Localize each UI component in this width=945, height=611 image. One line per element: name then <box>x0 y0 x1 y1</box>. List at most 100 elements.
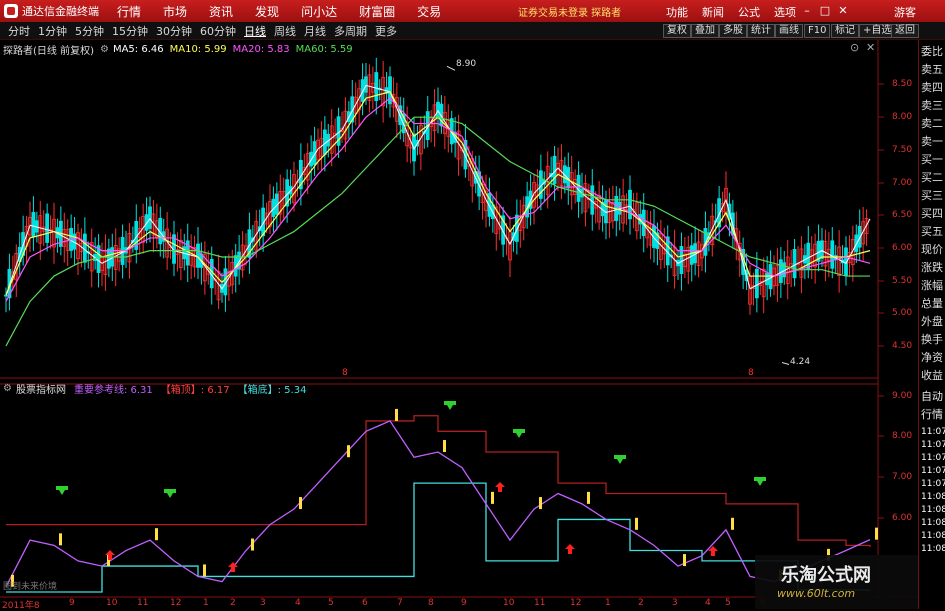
low-price-label: 4.24 <box>790 357 811 367</box>
sidebar-item[interactable]: 11:08 <box>921 491 945 504</box>
time-tick: 10 <box>106 598 118 608</box>
sidebar-item[interactable]: 行情 <box>921 408 943 421</box>
candle-body <box>4 294 8 297</box>
signal-bar <box>347 445 350 458</box>
sidebar-item[interactable]: 涨跌 <box>921 261 943 274</box>
time-tick: 12 <box>570 598 582 608</box>
signal-bar <box>539 497 542 510</box>
box-bottom-label: 【箱底】: 5.34 <box>237 384 307 396</box>
time-tick: 3 <box>672 598 678 608</box>
candle-body <box>374 72 379 102</box>
sidebar-item[interactable]: 卖四 <box>921 81 943 94</box>
candle-body <box>45 213 50 243</box>
time-tick: 7 <box>397 598 403 608</box>
buy-arrow-icon <box>495 482 505 492</box>
sidebar-item[interactable]: 买二 <box>921 171 943 184</box>
sidebar-item[interactable]: 买一 <box>921 153 943 166</box>
ref-line-label: 重要参考线: 6.31 <box>73 384 153 396</box>
sidebar-item[interactable]: 收益 <box>921 369 943 382</box>
main-panel-header: 探路者(日线 前复权) ⚙ MA5: 6.46 MA10: 5.99 MA20:… <box>0 42 878 57</box>
sidebar-item[interactable]: 净资 <box>921 351 943 364</box>
signal-bar <box>683 554 686 567</box>
sidebar-item[interactable]: 11:07 <box>921 426 945 439</box>
event-marker: 8 <box>342 368 348 378</box>
sell-arrow-icon <box>513 429 525 438</box>
chart-settings-icon[interactable]: ⊙ <box>850 41 859 54</box>
time-tick: 6 <box>362 598 368 608</box>
sidebar-item[interactable]: 换手 <box>921 333 943 346</box>
sidebar-item[interactable]: 买三 <box>921 189 943 202</box>
sidebar-item[interactable]: 买五 <box>921 225 943 238</box>
signal-bar <box>635 517 638 530</box>
y-tick: 7.00 <box>892 178 913 188</box>
sidebar-item[interactable]: 现价 <box>921 243 943 256</box>
quote-sidebar: 委比卖五卖四卖三卖二卖一买一买二买三买四买五现价涨跌涨幅总量外盘换手净资收益自动… <box>918 40 945 609</box>
sidebar-item[interactable]: 委比 <box>921 45 943 58</box>
sidebar-item[interactable]: 涨幅 <box>921 279 943 292</box>
buy-arrow-icon <box>565 544 575 554</box>
signal-bar <box>587 491 590 504</box>
sell-arrow-icon <box>614 455 626 464</box>
time-tick: 9 <box>461 598 467 608</box>
sell-arrow-icon <box>754 477 766 486</box>
y-tick: 5.50 <box>892 276 913 286</box>
y-tick: 7.50 <box>892 145 913 155</box>
candle-body <box>148 206 152 229</box>
candle-body <box>82 233 87 263</box>
indicator-title: 股票指标网 <box>15 384 66 396</box>
sidebar-item[interactable]: 卖一 <box>921 135 943 148</box>
sidebar-item[interactable]: 总量 <box>921 297 943 310</box>
sidebar-item[interactable]: 买四 <box>921 207 943 220</box>
signal-bar <box>731 517 734 530</box>
event-marker: 8 <box>748 368 754 378</box>
sell-arrow-icon <box>56 486 68 495</box>
sidebar-item[interactable]: 卖三 <box>921 99 943 112</box>
time-tick: 12 <box>170 598 182 608</box>
signal-bar <box>155 528 158 541</box>
candle-body <box>628 189 632 220</box>
ma5-label: MA5: 6.46 <box>112 43 164 55</box>
sell-arrow-icon <box>164 489 176 498</box>
signal-bar <box>491 491 494 504</box>
chart-close-icon[interactable]: ✕ <box>866 41 875 54</box>
signal-bar <box>395 408 398 421</box>
time-tick: 11 <box>137 598 149 608</box>
signal-bar <box>443 440 446 453</box>
ma20-label: MA20: 5.83 <box>232 43 290 55</box>
signal-bar <box>203 564 206 577</box>
sidebar-item[interactable]: 自动 <box>921 390 943 403</box>
candle-body <box>364 76 368 93</box>
sidebar-item[interactable]: 11:08 <box>921 517 945 530</box>
y-tick: 5.00 <box>892 308 913 318</box>
low-marker <box>781 361 790 365</box>
candle-body <box>778 259 783 283</box>
sidebar-item[interactable]: 卖五 <box>921 63 943 76</box>
sidebar-item[interactable]: 外盘 <box>921 315 943 328</box>
time-tick: 2 <box>230 598 236 608</box>
time-tick: 11 <box>534 598 546 608</box>
sidebar-item[interactable]: 11:07 <box>921 452 945 465</box>
indicator-gear-icon[interactable]: ⚙ <box>3 383 12 394</box>
y-tick: 8.00 <box>892 112 913 122</box>
candle-body <box>820 240 824 259</box>
watermark-url: www.60lt.com <box>777 587 856 600</box>
sidebar-item[interactable]: 11:08 <box>921 530 945 543</box>
sidebar-item[interactable]: 卖二 <box>921 117 943 130</box>
sidebar-item[interactable]: 11:08 <box>921 504 945 517</box>
sidebar-item[interactable]: 11:07 <box>921 439 945 452</box>
sidebar-item[interactable]: 11:07 <box>921 465 945 478</box>
time-tick: 2011年8 <box>2 601 40 611</box>
time-tick: 8 <box>428 598 434 608</box>
settings-gear-icon[interactable]: ⚙ <box>100 44 109 55</box>
watermark: 乐淘公式网 www.60lt.com <box>755 555 918 609</box>
candle-body <box>754 268 759 299</box>
time-tick: 4 <box>705 598 711 608</box>
sidebar-item[interactable]: 11:08 <box>921 543 945 556</box>
main-panel-title: 探路者(日线 前复权) <box>3 45 94 57</box>
chart-canvas[interactable]: 88 <box>0 0 945 609</box>
sidebar-item[interactable]: 11:07 <box>921 478 945 491</box>
time-tick: 9 <box>69 598 75 608</box>
watermark-title: 乐淘公式网 <box>781 565 871 586</box>
high-marker <box>446 65 456 71</box>
y-tick: 4.50 <box>892 341 913 351</box>
